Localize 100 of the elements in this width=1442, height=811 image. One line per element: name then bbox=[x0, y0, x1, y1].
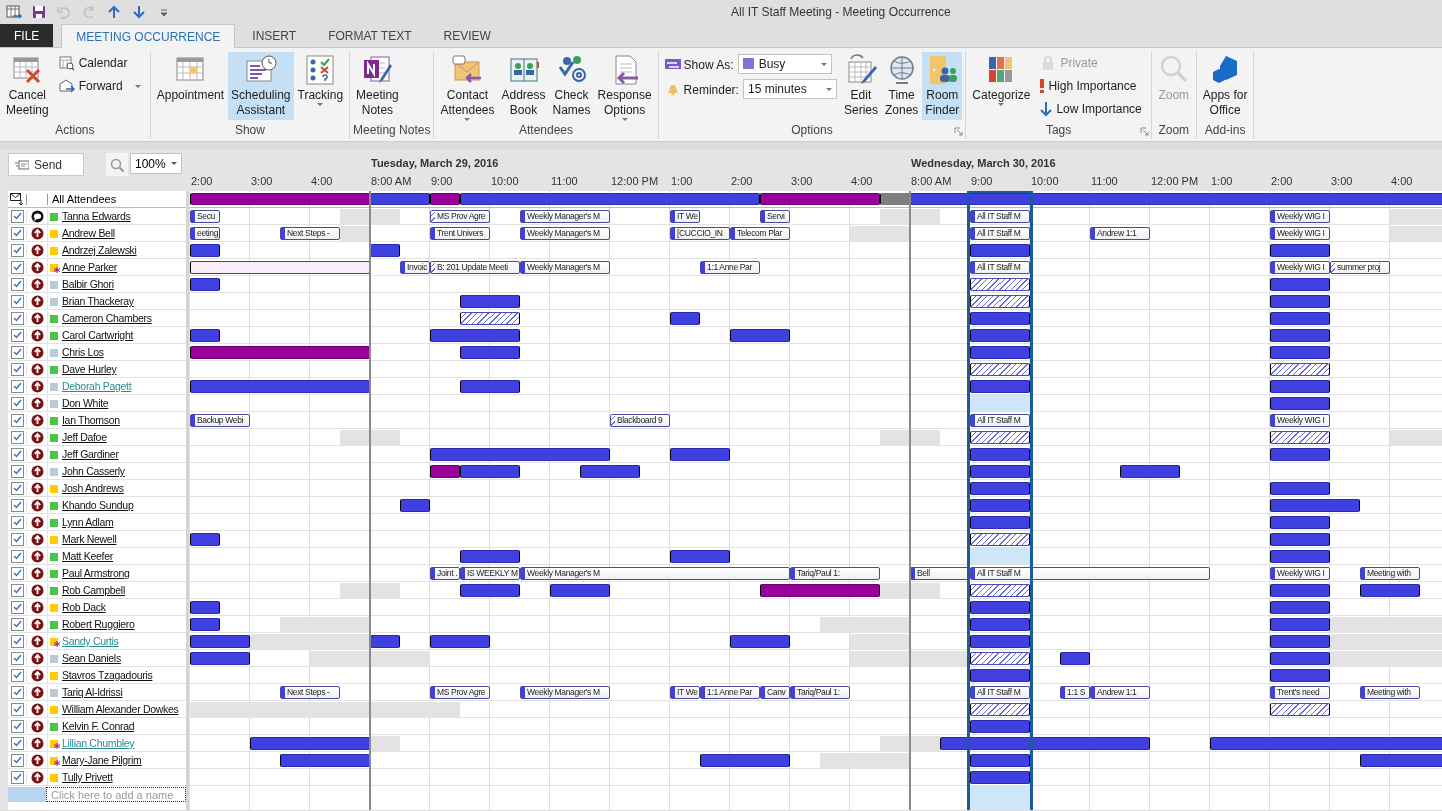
checkbox[interactable] bbox=[10, 413, 24, 427]
ribbon-button[interactable]: Calendar bbox=[55, 52, 144, 74]
ribbon-tab[interactable]: REVIEW bbox=[428, 24, 506, 47]
meeting-block[interactable]: Weekly WIG I bbox=[1270, 414, 1330, 427]
meeting-block[interactable]: Trent Univers bbox=[430, 227, 490, 240]
checkbox[interactable] bbox=[10, 668, 24, 682]
attendee-name[interactable]: Lynn Adlam bbox=[62, 516, 114, 528]
meeting-block[interactable]: IS WEEKLY M bbox=[460, 567, 520, 580]
attendee-name[interactable]: Khando Sundup bbox=[62, 499, 134, 511]
checkbox[interactable] bbox=[10, 294, 24, 308]
meeting-block[interactable]: Weekly WIG I bbox=[1270, 227, 1330, 240]
checkbox[interactable] bbox=[10, 379, 24, 393]
meeting-block[interactable]: eeting bbox=[190, 227, 220, 240]
send-button[interactable]: Send bbox=[8, 153, 84, 176]
attendee-name[interactable]: Kelvin F. Conrad bbox=[62, 720, 135, 732]
meeting-block[interactable]: Servi bbox=[760, 210, 790, 223]
checkbox[interactable] bbox=[10, 447, 24, 461]
checkbox[interactable] bbox=[10, 226, 24, 240]
meeting-block[interactable]: Invoic bbox=[400, 261, 430, 274]
meeting-block[interactable]: 1:1 Anne Par bbox=[700, 261, 760, 274]
ribbon-button[interactable]: Time Zones bbox=[881, 52, 922, 120]
ribbon-button[interactable]: Tracking bbox=[294, 52, 347, 120]
attendee-name[interactable]: Brian Thackeray bbox=[62, 295, 134, 307]
checkbox[interactable] bbox=[10, 566, 24, 580]
checkbox[interactable] bbox=[10, 600, 24, 614]
meeting-block[interactable]: Backup Webi bbox=[190, 414, 250, 427]
meeting-block[interactable]: Andrew 1:1 bbox=[1090, 227, 1150, 240]
meeting-block[interactable]: Weekly WIG I bbox=[1270, 567, 1330, 580]
meeting-block[interactable]: IT We bbox=[670, 210, 700, 223]
attendee-name[interactable]: Josh Andrews bbox=[62, 482, 124, 494]
meeting-block[interactable]: Meeting with bbox=[1360, 686, 1420, 699]
checkbox[interactable] bbox=[10, 685, 24, 699]
meeting-block[interactable]: Weekly WIG I bbox=[1270, 210, 1330, 223]
attendee-name[interactable]: Andrew Bell bbox=[62, 227, 115, 239]
attendee-name[interactable]: Mary-Jane Pilgrim bbox=[62, 754, 142, 766]
meeting-block[interactable]: Next Steps - bbox=[280, 686, 340, 699]
checkbox[interactable] bbox=[10, 753, 24, 767]
meeting-block[interactable]: All IT Staff M bbox=[970, 414, 1030, 427]
attendee-name[interactable]: Rob Campbell bbox=[62, 584, 125, 596]
ribbon-button[interactable]: Scheduling Assistant bbox=[228, 52, 294, 120]
meeting-block[interactable]: 1:1 Anne Par bbox=[700, 686, 760, 699]
meeting-block[interactable]: Weekly WIG I bbox=[1270, 261, 1330, 274]
attendee-name[interactable]: Balbir Ghori bbox=[62, 278, 114, 290]
ribbon-tab[interactable]: MEETING OCCURRENCE bbox=[61, 24, 236, 48]
attendee-name[interactable]: Lillian Chumbley bbox=[62, 737, 135, 749]
meeting-block[interactable]: MS Prov Agre bbox=[430, 210, 490, 223]
meeting-block[interactable]: All IT Staff M bbox=[970, 686, 1030, 699]
meeting-block[interactable]: Weekly Manager's M bbox=[520, 227, 610, 240]
meeting-block[interactable]: Meeting with bbox=[1360, 567, 1420, 580]
checkbox[interactable] bbox=[10, 464, 24, 478]
meeting-block[interactable]: Tariq/Paul 1: bbox=[790, 567, 880, 580]
meeting-block[interactable]: Tariq/Paul 1: bbox=[790, 686, 850, 699]
meeting-block[interactable]: [CUCCIO_IN bbox=[670, 227, 730, 240]
checkbox[interactable] bbox=[10, 583, 24, 597]
attendee-name[interactable]: Matt Keefer bbox=[62, 550, 113, 562]
checkbox[interactable] bbox=[10, 736, 24, 750]
checkbox[interactable] bbox=[10, 719, 24, 733]
launcher-icon[interactable] bbox=[1139, 127, 1149, 136]
meeting-block[interactable]: IT We bbox=[670, 686, 700, 699]
meeting-block[interactable]: All IT Staff M bbox=[970, 210, 1030, 223]
attendee-name[interactable]: Paul Armstrong bbox=[62, 567, 130, 579]
checkbox[interactable] bbox=[10, 702, 24, 716]
attendee-name[interactable]: Sandy Curtis bbox=[62, 635, 119, 647]
file-tab[interactable]: FILE bbox=[0, 24, 54, 47]
ribbon-button[interactable]: Meeting Notes bbox=[353, 52, 402, 120]
meeting-block[interactable]: Weekly Manager's M bbox=[520, 686, 610, 699]
meeting-block[interactable]: All IT Staff M bbox=[970, 261, 1030, 274]
ribbon-button[interactable]: Address Book bbox=[498, 52, 549, 120]
checkbox[interactable] bbox=[10, 770, 24, 784]
checkbox[interactable] bbox=[10, 345, 24, 359]
ribbon-button[interactable]: Appointment bbox=[153, 52, 228, 120]
checkbox[interactable] bbox=[10, 311, 24, 325]
meeting-block[interactable]: All IT Staff M bbox=[970, 227, 1030, 240]
calendar-arrow-icon[interactable] bbox=[6, 4, 22, 20]
checkbox[interactable] bbox=[10, 515, 24, 529]
meeting-block[interactable]: Trent's need bbox=[1270, 686, 1330, 699]
meeting-block[interactable]: Next Steps - bbox=[280, 227, 340, 240]
dropdown-field[interactable]: Busy bbox=[737, 54, 832, 74]
attendee-name[interactable]: Anne Parker bbox=[62, 261, 118, 273]
search-icon[interactable] bbox=[110, 157, 124, 172]
attendee-name[interactable]: Cameron Chambers bbox=[62, 312, 152, 324]
ribbon-button[interactable]: Categorize bbox=[969, 52, 1034, 120]
checkbox[interactable] bbox=[10, 481, 24, 495]
launcher-icon[interactable] bbox=[954, 127, 964, 136]
attendee-name[interactable]: Deborah Pagett bbox=[62, 380, 132, 392]
meeting-block[interactable]: MS Prov Agre bbox=[430, 686, 490, 699]
checkbox[interactable] bbox=[10, 260, 24, 274]
attendee-name[interactable]: Mark Newell bbox=[62, 533, 117, 545]
meeting-block[interactable]: Bell bbox=[910, 567, 970, 580]
attendee-name[interactable]: Jeff Gardiner bbox=[62, 448, 119, 460]
checkbox[interactable] bbox=[10, 243, 24, 257]
meeting-block[interactable]: 1:1 S bbox=[1060, 686, 1090, 699]
attendee-name[interactable]: Sean Daniels bbox=[62, 652, 121, 664]
ribbon-button[interactable]: Response Options bbox=[594, 52, 655, 122]
ribbon-tab[interactable]: FORMAT TEXT bbox=[313, 24, 427, 47]
attendee-name[interactable]: Tariq Al-Idrissi bbox=[62, 686, 123, 698]
meeting-block[interactable]: Canv bbox=[760, 686, 790, 699]
meeting-block[interactable]: Telecom Plar bbox=[730, 227, 790, 240]
checkbox[interactable] bbox=[10, 634, 24, 648]
meeting-block[interactable]: Weekly Manager's M bbox=[520, 567, 790, 580]
